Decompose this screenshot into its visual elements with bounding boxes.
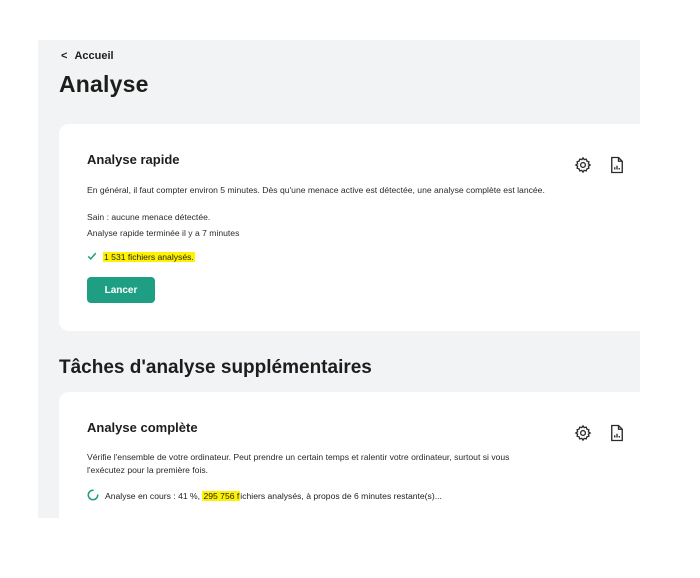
quick-scan-result: 1 531 fichiers analysés.: [87, 251, 195, 263]
quick-scan-description: En général, il faut compter environ 5 mi…: [87, 185, 545, 195]
back-label: Accueil: [74, 50, 114, 62]
progress-suffix: ichiers analysés, à propos de 6 minutes …: [240, 491, 442, 501]
full-scan-description-line1: Vérifie l'ensemble de votre ordinateur. …: [87, 452, 510, 462]
app-window: < Accueil Analyse Analyse rapide En géné…: [38, 40, 640, 518]
check-icon: [87, 251, 97, 263]
additional-tasks-title: Tâches d'analyse supplémentaires: [59, 357, 372, 378]
back-link[interactable]: < Accueil: [61, 49, 114, 63]
progress-prefix: Analyse en cours : 41 %,: [105, 491, 203, 501]
gear-icon[interactable]: [573, 155, 593, 175]
progress-files-count: 295 756 f: [202, 491, 241, 501]
page-title: Analyse: [59, 71, 149, 97]
gear-icon[interactable]: [573, 423, 593, 443]
full-scan-description-line2: l'exécutez pour la première fois.: [87, 465, 209, 475]
full-scan-progress: Analyse en cours : 41 %, 295 756 fichier…: [87, 489, 442, 503]
files-scanned-count: 1 531 fichiers analysés.: [103, 252, 195, 262]
full-scan-title: Analyse complète: [87, 420, 198, 435]
report-icon[interactable]: [607, 423, 627, 443]
report-icon[interactable]: [607, 155, 627, 175]
quick-scan-last-run: Analyse rapide terminée il y a 7 minutes: [87, 228, 240, 238]
quick-scan-title: Analyse rapide: [87, 152, 180, 167]
quick-scan-status: Sain : aucune menace détectée.: [87, 212, 211, 222]
spinner-icon: [87, 489, 99, 503]
launch-button[interactable]: Lancer: [87, 277, 155, 303]
chevron-left-icon: <: [61, 49, 68, 62]
quick-scan-card: Analyse rapide En général, il faut compt…: [59, 124, 640, 331]
full-scan-card: Analyse complète Vérifie l'ensemble de v…: [59, 392, 640, 518]
